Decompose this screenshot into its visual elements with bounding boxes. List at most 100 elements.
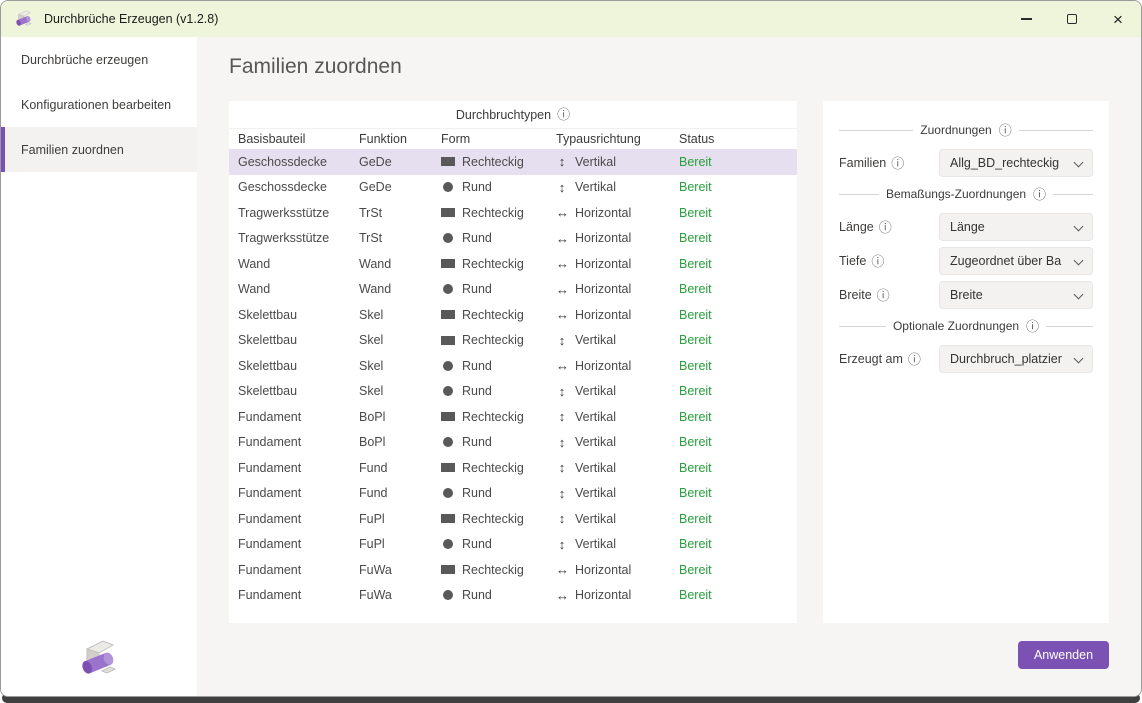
dropdown-value: Durchbruch_platzier: [950, 352, 1072, 366]
cell-typausrichtung: ↔Horizontal: [556, 205, 679, 220]
sidebar-item[interactable]: Konfigurationen bearbeiten: [1, 82, 197, 127]
maximize-button[interactable]: [1049, 1, 1095, 37]
cell-basisbauteil: Fundament: [238, 435, 359, 449]
cell-form: Rund: [441, 231, 556, 245]
form-label: Rund: [462, 231, 492, 245]
dropdown-breite[interactable]: Breite: [939, 281, 1093, 309]
table-header-row: BasisbauteilFunktionFormTypausrichtungSt…: [229, 129, 797, 149]
table-row[interactable]: SkelettbauSkelRund↕VertikalBereit: [229, 379, 797, 405]
close-button[interactable]: ×: [1095, 1, 1141, 37]
cell-typausrichtung: ↕Vertikal: [556, 180, 679, 195]
rectangle-icon: [441, 463, 455, 472]
vertical-arrow-icon: ↕: [556, 460, 568, 475]
form-label: Rechteckig: [462, 308, 524, 322]
info-icon[interactable]: ⓘ: [557, 108, 570, 121]
cell-basisbauteil: Tragwerksstütze: [238, 206, 359, 220]
cell-form: Rund: [441, 537, 556, 551]
table-row[interactable]: GeschossdeckeGeDeRechteckig↕VertikalBere…: [229, 149, 797, 175]
table-row[interactable]: FundamentBoPlRund↕VertikalBereit: [229, 430, 797, 456]
table-row[interactable]: SkelettbauSkelRechteckig↔HorizontalBerei…: [229, 302, 797, 328]
info-icon[interactable]: ⓘ: [908, 353, 921, 366]
form-label: Rund: [462, 435, 492, 449]
column-header[interactable]: Status: [679, 132, 797, 146]
horizontal-arrow-icon: ↔: [556, 562, 568, 577]
table-title: Durchbruchtypen: [456, 108, 551, 122]
table-row[interactable]: FundamentFuWaRund↔HorizontalBereit: [229, 583, 797, 609]
info-icon[interactable]: ⓘ: [1026, 320, 1039, 333]
table-row[interactable]: FundamentFundRechteckig↕VertikalBereit: [229, 455, 797, 481]
field-label-text: Familien: [839, 156, 886, 170]
cell-typausrichtung: ↔Horizontal: [556, 562, 679, 577]
sidebar-item[interactable]: Durchbrüche erzeugen: [1, 37, 197, 82]
sidebar: Durchbrüche erzeugenKonfigurationen bear…: [1, 37, 197, 696]
table-row[interactable]: TragwerksstützeTrStRechteckig↔Horizontal…: [229, 200, 797, 226]
cell-basisbauteil: Skelettbau: [238, 333, 359, 347]
field-label: Längeⓘ: [839, 220, 939, 234]
cell-basisbauteil: Skelettbau: [238, 384, 359, 398]
dropdown-value: Länge: [950, 220, 1072, 234]
status-badge: Bereit: [679, 537, 797, 551]
column-header[interactable]: Basisbauteil: [238, 132, 359, 146]
horizontal-arrow-icon: ↔: [556, 231, 568, 246]
section-title: Bemaßungs-Zuordnungen: [886, 187, 1026, 201]
cell-typausrichtung: ↕Vertikal: [556, 435, 679, 450]
rectangle-icon: [441, 259, 455, 268]
cell-funktion: Fund: [359, 461, 441, 475]
table-row[interactable]: WandWandRechteckig↔HorizontalBereit: [229, 251, 797, 277]
apply-button[interactable]: Anwenden: [1018, 641, 1109, 669]
table-row[interactable]: GeschossdeckeGeDeRund↕VertikalBereit: [229, 175, 797, 201]
chevron-down-icon: [1072, 220, 1086, 234]
cell-typausrichtung: ↔Horizontal: [556, 307, 679, 322]
cell-basisbauteil: Wand: [238, 282, 359, 296]
dropdown-länge[interactable]: Länge: [939, 213, 1093, 241]
table-row[interactable]: SkelettbauSkelRund↔HorizontalBereit: [229, 353, 797, 379]
form-label: Rund: [462, 180, 492, 194]
circle-icon: [443, 386, 453, 396]
form-label: Rund: [462, 282, 492, 296]
dropdown-familien[interactable]: Allg_BD_rechteckig: [939, 149, 1093, 177]
minimize-button[interactable]: [1003, 1, 1049, 37]
circle-icon: [443, 590, 453, 600]
rectangle-icon: [441, 336, 455, 345]
cell-typausrichtung: ↕Vertikal: [556, 333, 679, 348]
column-header[interactable]: Form: [441, 132, 556, 146]
table-row[interactable]: FundamentFundRund↕VertikalBereit: [229, 481, 797, 507]
info-icon[interactable]: ⓘ: [877, 289, 890, 302]
status-badge: Bereit: [679, 206, 797, 220]
dropdown-erzeugt-am[interactable]: Durchbruch_platzier: [939, 345, 1093, 373]
info-icon[interactable]: ⓘ: [1033, 188, 1046, 201]
cell-funktion: GeDe: [359, 180, 441, 194]
durchbruchtypen-table: Durchbruchtypen ⓘ BasisbauteilFunktionFo…: [229, 101, 797, 623]
horizontal-arrow-icon: ↔: [556, 205, 568, 220]
richtung-label: Vertikal: [575, 461, 616, 475]
table-row[interactable]: TragwerksstützeTrStRund↔HorizontalBereit: [229, 226, 797, 252]
column-header[interactable]: Typausrichtung: [556, 132, 679, 146]
column-header[interactable]: Funktion: [359, 132, 441, 146]
table-row[interactable]: WandWandRund↔HorizontalBereit: [229, 277, 797, 303]
table-row[interactable]: FundamentFuPlRund↕VertikalBereit: [229, 532, 797, 558]
form-label: Rechteckig: [462, 155, 524, 169]
dropdown-tiefe[interactable]: Zugeordnet über Ba: [939, 247, 1093, 275]
table-row[interactable]: FundamentFuPlRechteckig↕VertikalBereit: [229, 506, 797, 532]
form-label: Rechteckig: [462, 206, 524, 220]
rectangle-icon: [441, 565, 455, 574]
richtung-label: Vertikal: [575, 512, 616, 526]
title-bar[interactable]: Durchbrüche Erzeugen (v1.2.8) ×: [1, 1, 1141, 37]
cell-form: Rechteckig: [441, 563, 556, 577]
cell-form: Rechteckig: [441, 333, 556, 347]
info-icon[interactable]: ⓘ: [999, 124, 1012, 137]
info-icon[interactable]: ⓘ: [879, 221, 892, 234]
table-row[interactable]: FundamentBoPlRechteckig↕VertikalBereit: [229, 404, 797, 430]
table-row[interactable]: SkelettbauSkelRechteckig↕VertikalBereit: [229, 328, 797, 354]
table-row[interactable]: FundamentFuWaRechteckig↔HorizontalBereit: [229, 557, 797, 583]
field-row-länge: Längeⓘ Länge: [839, 213, 1093, 241]
circle-icon: [443, 182, 453, 192]
sidebar-item[interactable]: Familien zuordnen: [1, 127, 197, 172]
field-row-breite: BreiteⓘBreite: [839, 281, 1093, 309]
cell-funktion: FuWa: [359, 588, 441, 602]
rectangle-icon: [441, 310, 455, 319]
cell-form: Rund: [441, 282, 556, 296]
info-icon[interactable]: ⓘ: [891, 157, 904, 170]
status-badge: Bereit: [679, 308, 797, 322]
info-icon[interactable]: ⓘ: [871, 255, 884, 268]
